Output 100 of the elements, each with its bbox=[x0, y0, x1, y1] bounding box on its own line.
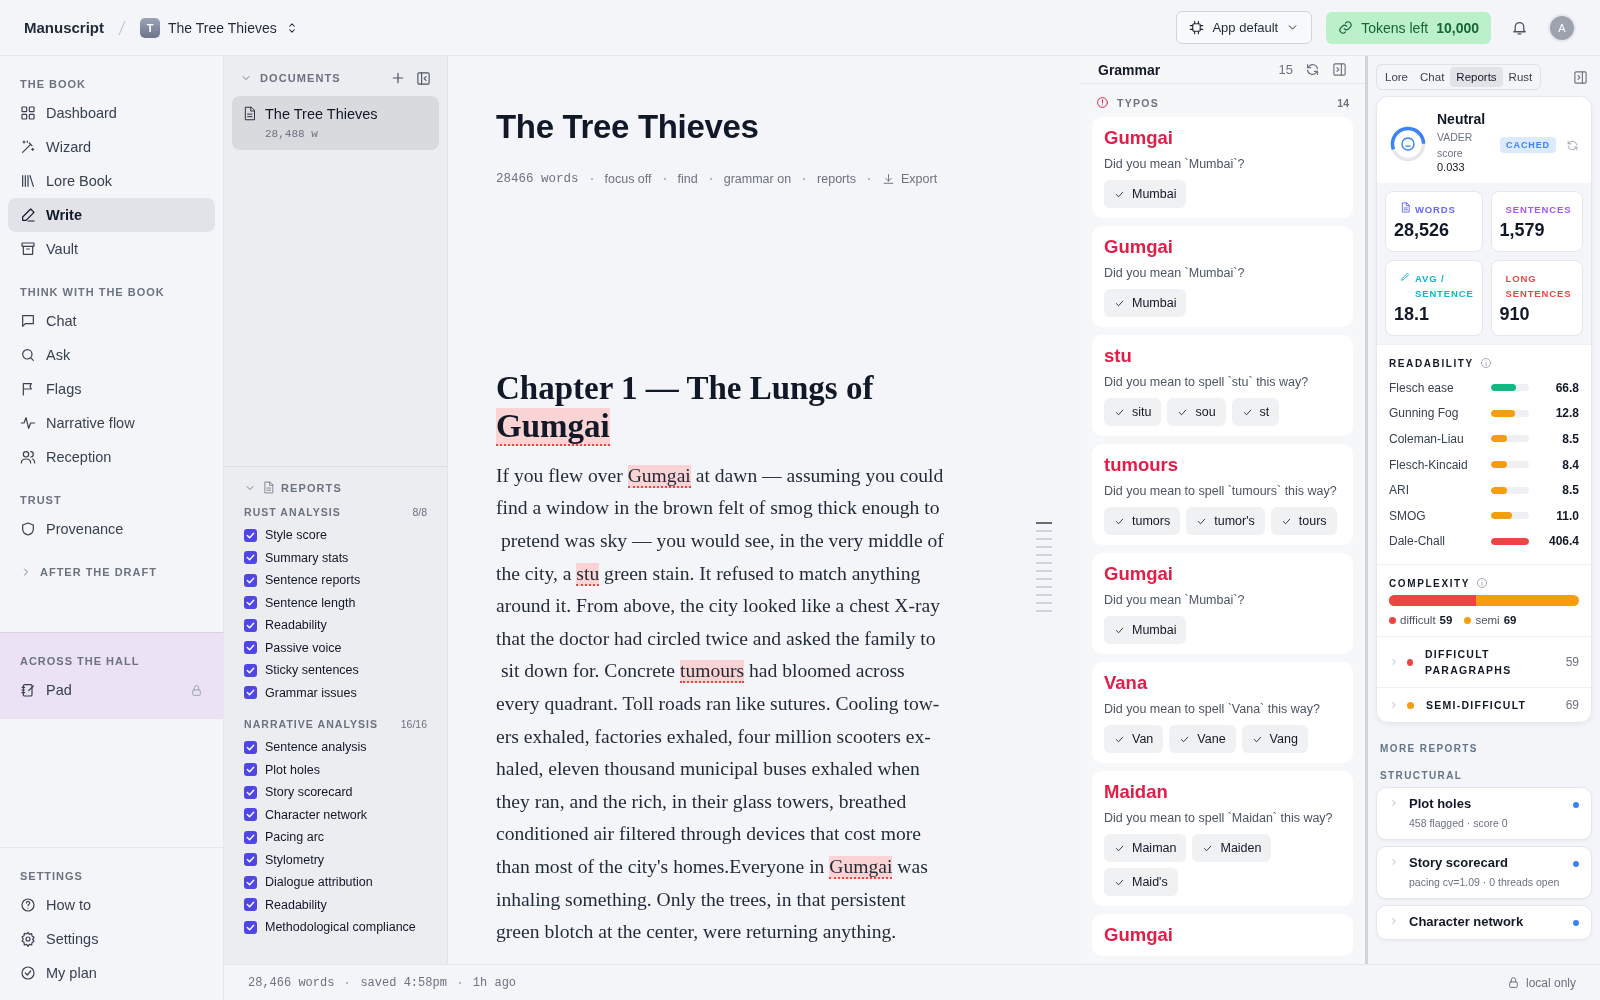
nav-item[interactable]: My plan bbox=[8, 956, 215, 990]
tokens-button[interactable]: Tokens left 10,000 bbox=[1326, 11, 1491, 44]
nav-item[interactable]: Dashboard bbox=[8, 96, 215, 130]
section-toggle[interactable]: DOCUMENTS bbox=[240, 72, 341, 84]
checkbox[interactable] bbox=[244, 596, 257, 610]
flagged-word: Maidan bbox=[1104, 781, 1169, 803]
checkbox[interactable] bbox=[244, 830, 257, 844]
nav-item[interactable]: Pad bbox=[8, 673, 215, 707]
suggestion-button[interactable]: tours bbox=[1270, 507, 1337, 535]
issue-message: Did you mean `Mumbai`? bbox=[1104, 593, 1246, 607]
tab[interactable]: Rust bbox=[1502, 67, 1539, 87]
collapse-panel-button[interactable] bbox=[416, 70, 431, 86]
nav-item[interactable]: Write bbox=[8, 198, 215, 232]
checkbox[interactable] bbox=[244, 528, 257, 542]
nav-item[interactable]: Ask bbox=[8, 338, 215, 372]
suggestion-button[interactable]: tumor's bbox=[1186, 507, 1265, 535]
flagged-word[interactable]: tumours bbox=[679, 660, 745, 684]
suggestion-button[interactable]: Mumbai bbox=[1104, 616, 1187, 644]
checkbox[interactable] bbox=[244, 875, 257, 889]
panel-icon bbox=[416, 70, 431, 86]
checkbox[interactable] bbox=[244, 686, 257, 700]
checkbox[interactable] bbox=[244, 898, 257, 912]
toolbar-link[interactable]: focus off bbox=[604, 172, 652, 186]
flagged-word[interactable]: Gumgai bbox=[496, 407, 610, 446]
report-link-card[interactable]: Story scorecard pacing cv=1.09 · 0 threads open bbox=[1376, 846, 1592, 900]
nav-item[interactable]: Flags bbox=[8, 372, 215, 406]
suggestion-button[interactable]: st bbox=[1231, 398, 1280, 426]
checkbox[interactable] bbox=[244, 740, 257, 754]
checkbox[interactable] bbox=[244, 920, 257, 934]
model-select[interactable]: App default bbox=[1176, 11, 1313, 44]
panel-icon bbox=[1332, 62, 1347, 77]
stat-label: SENTENCES bbox=[1505, 203, 1572, 217]
nav-item[interactable]: How to bbox=[8, 888, 215, 922]
checkbox[interactable] bbox=[244, 763, 257, 777]
checkbox[interactable] bbox=[244, 641, 257, 655]
suggestion-button[interactable]: Vane bbox=[1169, 725, 1236, 753]
suggestion-button[interactable]: Van bbox=[1104, 725, 1164, 753]
flagged-word[interactable]: Gumgai bbox=[627, 464, 691, 488]
add-button[interactable] bbox=[390, 70, 406, 86]
suggestion-button[interactable]: situ bbox=[1104, 398, 1162, 426]
section-toggle[interactable]: AFTER THE DRAFT bbox=[8, 558, 169, 586]
flagged-word: Gumgai bbox=[1104, 236, 1174, 258]
checkbox-label: Methodological compliance bbox=[265, 920, 416, 935]
export-button[interactable]: Export bbox=[882, 172, 938, 186]
suggestion-button[interactable]: sou bbox=[1167, 398, 1226, 426]
nav-item[interactable]: Chat bbox=[8, 304, 215, 338]
suggestion-button[interactable]: Mumbai bbox=[1104, 289, 1187, 317]
suggestion-button[interactable]: Maiden bbox=[1192, 834, 1272, 862]
pen-icon bbox=[20, 207, 36, 223]
checkbox[interactable] bbox=[244, 853, 257, 867]
breakdown-row[interactable]: SEMI-DIFFICULT 69 bbox=[1377, 687, 1591, 723]
nav-item[interactable]: Vault bbox=[8, 232, 215, 266]
books-icon bbox=[20, 173, 36, 189]
flagged-word[interactable]: Gumgai bbox=[829, 856, 893, 879]
toolbar-link[interactable]: grammar on bbox=[723, 172, 792, 186]
word-count: 28,466 words bbox=[248, 975, 335, 990]
suggestion-button[interactable]: Vang bbox=[1241, 725, 1308, 753]
suggestion-button[interactable]: Maid's bbox=[1104, 868, 1178, 896]
nav-item[interactable]: Reception bbox=[8, 440, 215, 474]
checkbox[interactable] bbox=[244, 551, 257, 565]
section-toggle[interactable]: REPORTS bbox=[244, 481, 342, 494]
collapse-panel-button[interactable] bbox=[1332, 62, 1347, 77]
document-item[interactable]: The Tree Thieves 28,488 w bbox=[232, 96, 439, 150]
suggestion-button[interactable]: Mumbai bbox=[1104, 180, 1187, 208]
suggestion-button[interactable]: tumors bbox=[1104, 507, 1181, 535]
toolbar-link[interactable]: find bbox=[677, 172, 698, 186]
chevron-right-icon bbox=[1389, 700, 1399, 711]
toolbar-link[interactable]: reports bbox=[817, 172, 856, 186]
report-title: Character network bbox=[1409, 914, 1524, 930]
report-title: Plot holes bbox=[1409, 796, 1473, 812]
refresh-button[interactable] bbox=[1305, 62, 1320, 77]
checkbox[interactable] bbox=[244, 618, 257, 632]
report-link-card[interactable]: Character network bbox=[1376, 905, 1592, 941]
metric-name: Coleman-Liau bbox=[1389, 432, 1465, 446]
document-word-count: 28,488 w bbox=[265, 128, 319, 140]
flagged-word[interactable]: stu bbox=[576, 562, 600, 586]
tab[interactable]: Chat bbox=[1414, 67, 1451, 87]
checkbox[interactable] bbox=[244, 785, 257, 799]
tab[interactable]: Lore bbox=[1379, 67, 1415, 87]
checkbox[interactable] bbox=[244, 663, 257, 677]
metric-value: 11.0 bbox=[1555, 508, 1579, 523]
nav-item[interactable]: Provenance bbox=[8, 512, 215, 546]
flagged-word: Gumgai bbox=[1104, 127, 1174, 149]
nav-item[interactable]: Lore Book bbox=[8, 164, 215, 198]
panel-icon bbox=[1573, 69, 1588, 85]
nav-item[interactable]: Narrative flow bbox=[8, 406, 215, 440]
collapse-panel-button[interactable] bbox=[1573, 69, 1588, 85]
report-link-card[interactable]: Plot holes 458 flagged · score 0 bbox=[1376, 787, 1592, 841]
section-label: SETTINGS bbox=[19, 869, 84, 884]
tab[interactable]: Reports bbox=[1450, 67, 1503, 87]
suggestion-button[interactable]: Maiman bbox=[1104, 834, 1187, 862]
project-switcher[interactable]: T The Tree Thieves bbox=[140, 17, 299, 38]
checkbox[interactable] bbox=[244, 573, 257, 587]
wand-icon bbox=[20, 139, 36, 155]
breakdown-row[interactable]: DIFFICULT PARAGRAPHS 59 bbox=[1377, 636, 1591, 688]
legend-label: semi bbox=[1475, 614, 1500, 627]
nav-item[interactable]: Settings bbox=[8, 922, 215, 956]
notifications-button[interactable] bbox=[1511, 19, 1528, 36]
nav-item[interactable]: Wizard bbox=[8, 130, 215, 164]
checkbox[interactable] bbox=[244, 808, 257, 822]
